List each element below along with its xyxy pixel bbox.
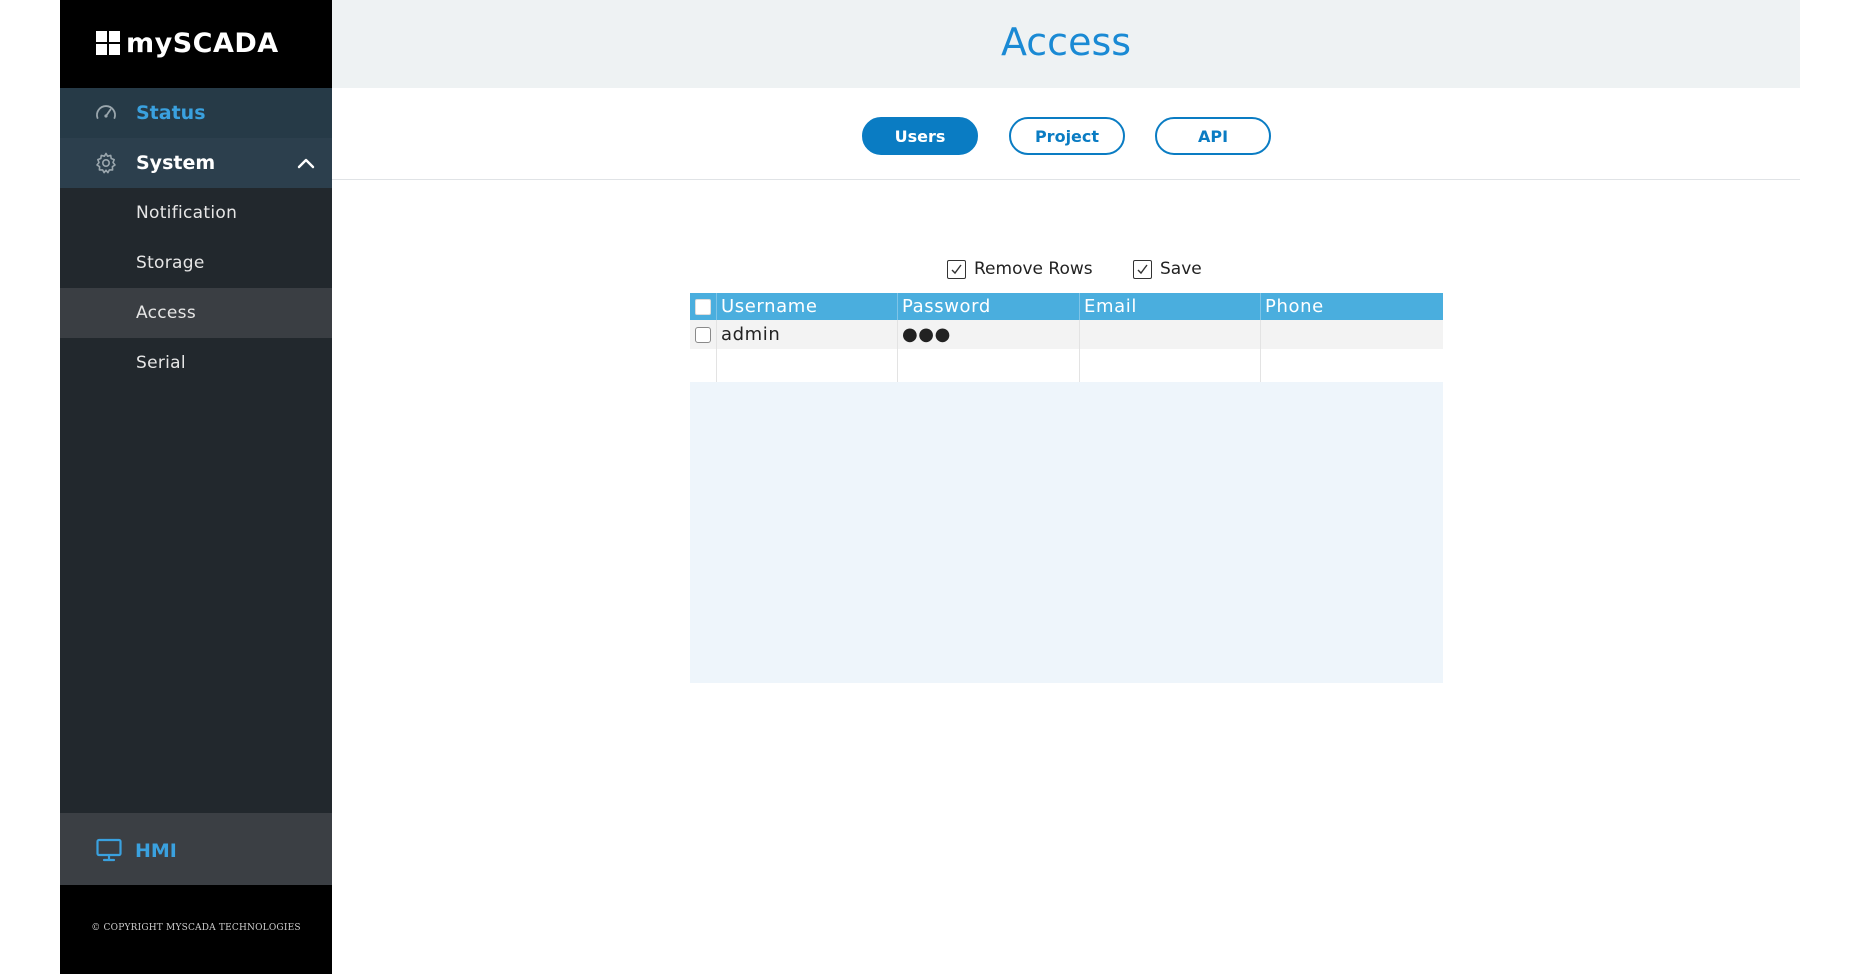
save-label: Save [1160,259,1202,279]
remove-rows-checkbox[interactable] [947,259,966,279]
new-row-select-cell [690,349,717,382]
page-title: Access [1000,20,1132,64]
nav-system[interactable]: System [60,138,332,188]
header-divider [332,179,1800,180]
brand-name: mySCADA [126,27,279,59]
sidebar-item-label: Access [136,303,196,323]
phone-cell[interactable] [1261,320,1443,349]
remove-rows-label: Remove Rows [974,259,1093,279]
sidebar-item-storage[interactable]: Storage [60,238,332,288]
sidebar-footer: © COPYRIGHT MYSCADA TECHNOLOGIES [60,885,332,974]
tab-api[interactable]: API [1155,117,1271,155]
users-table: Username Password Email Phone admin ●●● [690,293,1443,683]
sidebar-item-serial[interactable]: Serial [60,338,332,388]
select-all-cell [690,293,717,320]
sidebar-item-label: Notification [136,203,238,223]
new-email-cell[interactable] [1080,349,1261,382]
save-checkbox[interactable] [1133,259,1152,279]
table-header: Username Password Email Phone [690,293,1443,320]
nav-status-label: Status [136,102,206,124]
nav-hmi[interactable]: HMI [60,813,332,885]
speedometer-icon [96,105,116,119]
checkmark-icon [951,264,962,274]
new-password-cell[interactable] [898,349,1080,382]
monitor-icon [96,838,122,862]
checkmark-icon [1137,264,1148,274]
table-row[interactable]: admin ●●● [690,320,1443,349]
save-option[interactable]: Save [1133,255,1202,283]
remove-rows-option[interactable]: Remove Rows [947,255,1093,283]
nav-status[interactable]: Status [60,88,332,138]
sidebar: mySCADA Status System Notification Stora… [60,0,332,974]
nav-hmi-label: HMI [135,840,177,862]
column-header-password[interactable]: Password [898,293,1080,320]
row-select-cell [690,320,717,349]
new-username-cell[interactable] [717,349,898,382]
myscada-logo[interactable]: mySCADA [96,27,279,59]
column-header-phone[interactable]: Phone [1261,293,1443,320]
row-checkbox[interactable] [695,326,711,343]
logo-bar: mySCADA [60,0,332,88]
sidebar-item-access[interactable]: Access [60,288,332,338]
tab-users[interactable]: Users [862,117,978,155]
email-cell[interactable] [1080,320,1261,349]
tab-project[interactable]: Project [1009,117,1125,155]
column-header-email[interactable]: Email [1080,293,1261,320]
sidebar-item-label: Serial [136,353,186,373]
tab-bar: Users Project API [332,117,1800,155]
sidebar-item-notification[interactable]: Notification [60,188,332,238]
chevron-up-icon[interactable] [296,156,316,170]
logo-grid-icon [96,31,120,55]
page-header: Access [332,0,1800,88]
select-all-checkbox[interactable] [695,298,711,315]
new-row[interactable] [690,349,1443,382]
username-cell[interactable]: admin [717,320,898,349]
sidebar-item-label: Storage [136,253,205,273]
new-phone-cell[interactable] [1261,349,1443,382]
nav-system-label: System [136,152,216,174]
password-cell[interactable]: ●●● [898,320,1080,349]
copyright-text: © COPYRIGHT MYSCADA TECHNOLOGIES [91,923,301,933]
gear-icon [96,152,116,174]
column-header-username[interactable]: Username [717,293,898,320]
